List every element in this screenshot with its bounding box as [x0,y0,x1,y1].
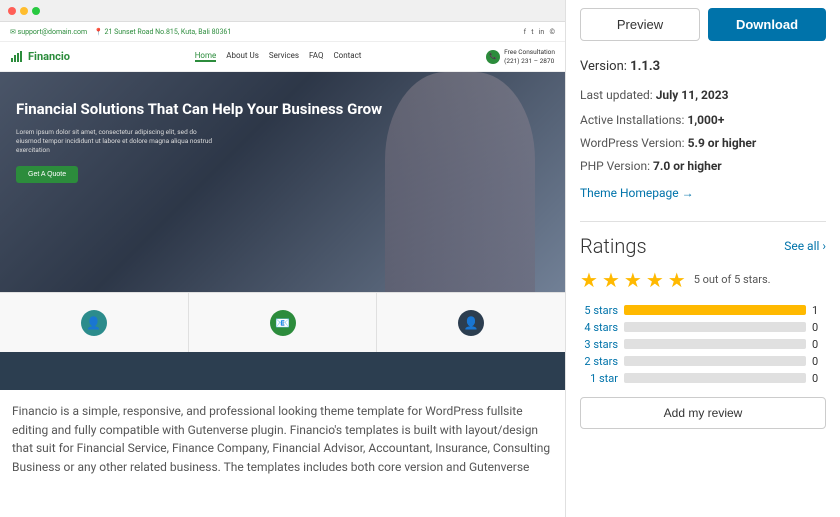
rating-bar-row-3: 2 stars 0 [580,355,826,368]
site-card-1: 👤 [0,293,189,352]
rating-bar-count-4: 0 [812,372,826,385]
site-navbar: Financio Home About Us Services FAQ Cont… [0,42,565,72]
stars-label: 5 out of 5 stars. [694,273,771,286]
rating-bar-count-3: 0 [812,355,826,368]
version-row: Version: 1.1.3 [580,55,826,80]
site-topbar-social: f t in © [524,28,555,36]
star-2: ★ [602,268,620,292]
divider [580,221,826,222]
preview-button[interactable]: Preview [580,8,700,41]
card-icon-1: 👤 [81,310,107,336]
star-3: ★ [624,268,642,292]
action-buttons: Preview Download [580,8,826,41]
rating-bar-label-3: 2 stars [580,355,618,368]
site-nav: Home About Us Services FAQ Contact [195,51,362,62]
star-5: ★ [668,268,686,292]
add-review-button[interactable]: Add my review [580,397,826,429]
site-hero-content: Financial Solutions That Can Help Your B… [0,72,565,183]
see-all-link[interactable]: See all › [784,239,826,253]
app-layout: ✉ support@domain.com 📍 21 Sunset Road No… [0,0,840,517]
wp-version-row: WordPress Version: 5.9 or higher [580,132,826,155]
get-quote-button[interactable]: Get A Quote [16,166,78,183]
download-button[interactable]: Download [708,8,826,41]
rating-bar-track-1 [624,322,806,332]
browser-dot-green [32,7,40,15]
ratings-title: Ratings [580,234,647,258]
logo-icon [10,50,24,64]
rating-bar-track-2 [624,339,806,349]
card-icon-2: 📧 [270,310,296,336]
rating-bar-label-0: 5 stars [580,304,618,317]
star-4: ★ [646,268,664,292]
star-1: ★ [580,268,598,292]
ratings-header: Ratings See all › [580,234,826,258]
site-hero: Financial Solutions That Can Help Your B… [0,72,565,292]
last-updated-value: July 11, 2023 [656,88,729,102]
theme-homepage-link[interactable]: Theme Homepage → [580,182,694,205]
wp-version-value: 5.9 or higher [688,136,757,150]
rating-bar-fill-0 [624,305,806,315]
right-panel: Preview Download Version: 1.1.3 Last upd… [565,0,840,517]
browser-bar [0,0,565,22]
hero-title: Financial Solutions That Can Help Your B… [16,100,549,120]
rating-bar-row-2: 3 stars 0 [580,338,826,351]
theme-description: Financio is a simple, responsive, and pr… [0,390,565,486]
site-card-2: 📧 [189,293,378,352]
site-cards: 👤 📧 👤 [0,292,565,352]
rating-bar-label-1: 4 stars [580,321,618,334]
rating-bar-count-1: 0 [812,321,826,334]
ratings-section: Ratings See all › ★ ★ ★ ★ ★ 5 out of 5 s… [580,234,826,429]
rating-bar-row-4: 1 star 0 [580,372,826,385]
rating-bars-container: 5 stars 1 4 stars 0 3 stars 0 2 stars 0 [580,304,826,385]
hero-body: Lorem ipsum dolor sit amet, consectetur … [16,128,216,155]
site-logo: Financio [10,50,70,64]
last-updated-row: Last updated: July 11, 2023 [580,84,826,107]
rating-bar-track-0 [624,305,806,315]
theme-preview: ✉ support@domain.com 📍 21 Sunset Road No… [0,0,565,390]
site-nav-phone: 📞 Free Consultation(221) 231 – 2870 [486,48,555,65]
phone-icon: 📞 [486,50,500,64]
browser-dot-red [8,7,16,15]
rating-bar-count-0: 1 [812,304,826,317]
rating-bar-label-2: 3 stars [580,338,618,351]
card-icon-3: 👤 [458,310,484,336]
site-topbar: ✉ support@domain.com 📍 21 Sunset Road No… [0,22,565,42]
version-value: 1.1.3 [630,59,660,74]
rating-bar-label-4: 1 star [580,372,618,385]
php-version-row: PHP Version: 7.0 or higher [580,155,826,178]
rating-bar-row-1: 4 stars 0 [580,321,826,334]
meta-info: Version: 1.1.3 Last updated: July 11, 20… [580,55,826,207]
browser-dot-yellow [20,7,28,15]
active-installs-row: Active Installations: 1,000+ [580,109,826,132]
rating-bar-track-4 [624,373,806,383]
site-topbar-contact: ✉ support@domain.com 📍 21 Sunset Road No… [10,28,231,36]
stars-row: ★ ★ ★ ★ ★ 5 out of 5 stars. [580,268,826,292]
rating-bar-row-0: 5 stars 1 [580,304,826,317]
rating-bar-count-2: 0 [812,338,826,351]
rating-bar-track-3 [624,356,806,366]
left-panel: ✉ support@domain.com 📍 21 Sunset Road No… [0,0,565,517]
active-installs-value: 1,000+ [687,113,724,127]
php-version-value: 7.0 or higher [653,159,722,173]
site-card-3: 👤 [377,293,565,352]
